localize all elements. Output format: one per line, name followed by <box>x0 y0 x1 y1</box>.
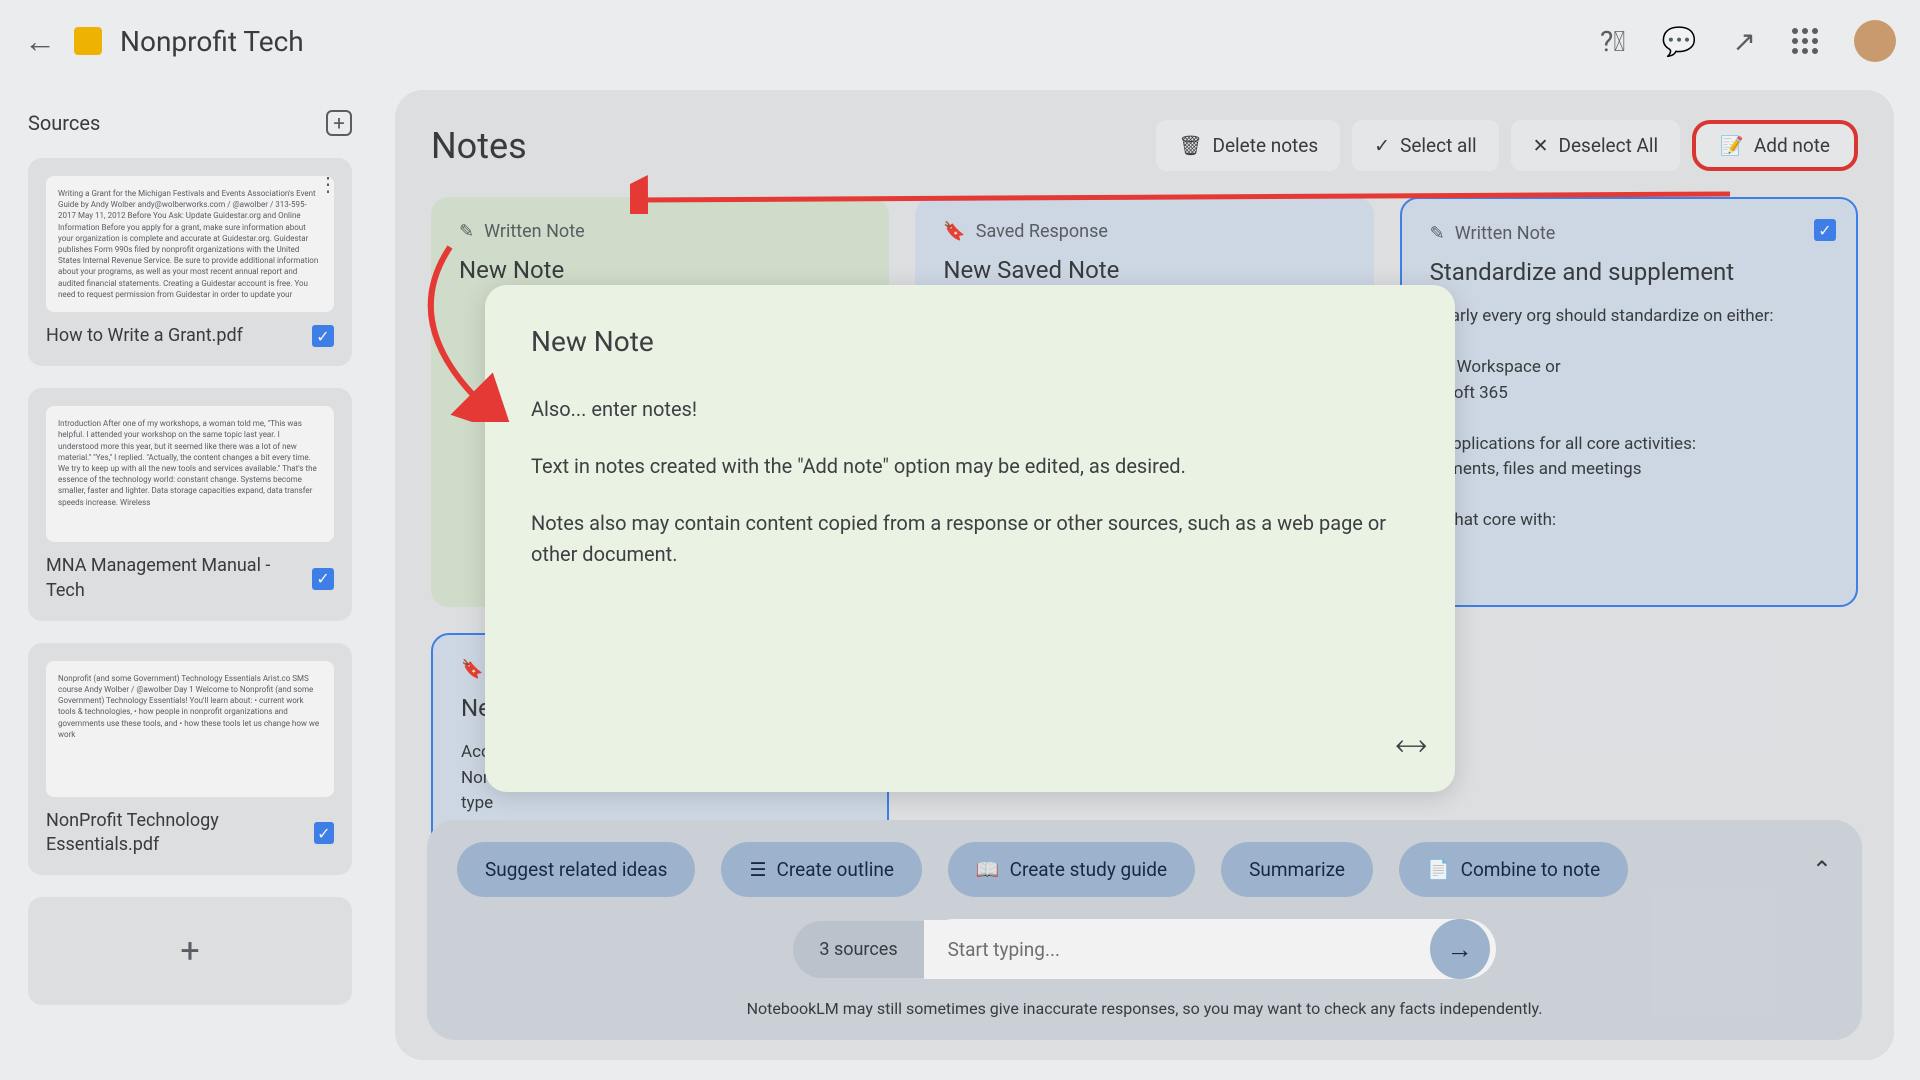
modal-body[interactable]: Also... enter notes! Text in notes creat… <box>531 394 1409 570</box>
collapse-icon[interactable]: ⤡ <box>1390 726 1432 768</box>
modal-title: New Note <box>531 325 1409 358</box>
new-note-modal: New Note Also... enter notes! Text in no… <box>485 285 1455 792</box>
